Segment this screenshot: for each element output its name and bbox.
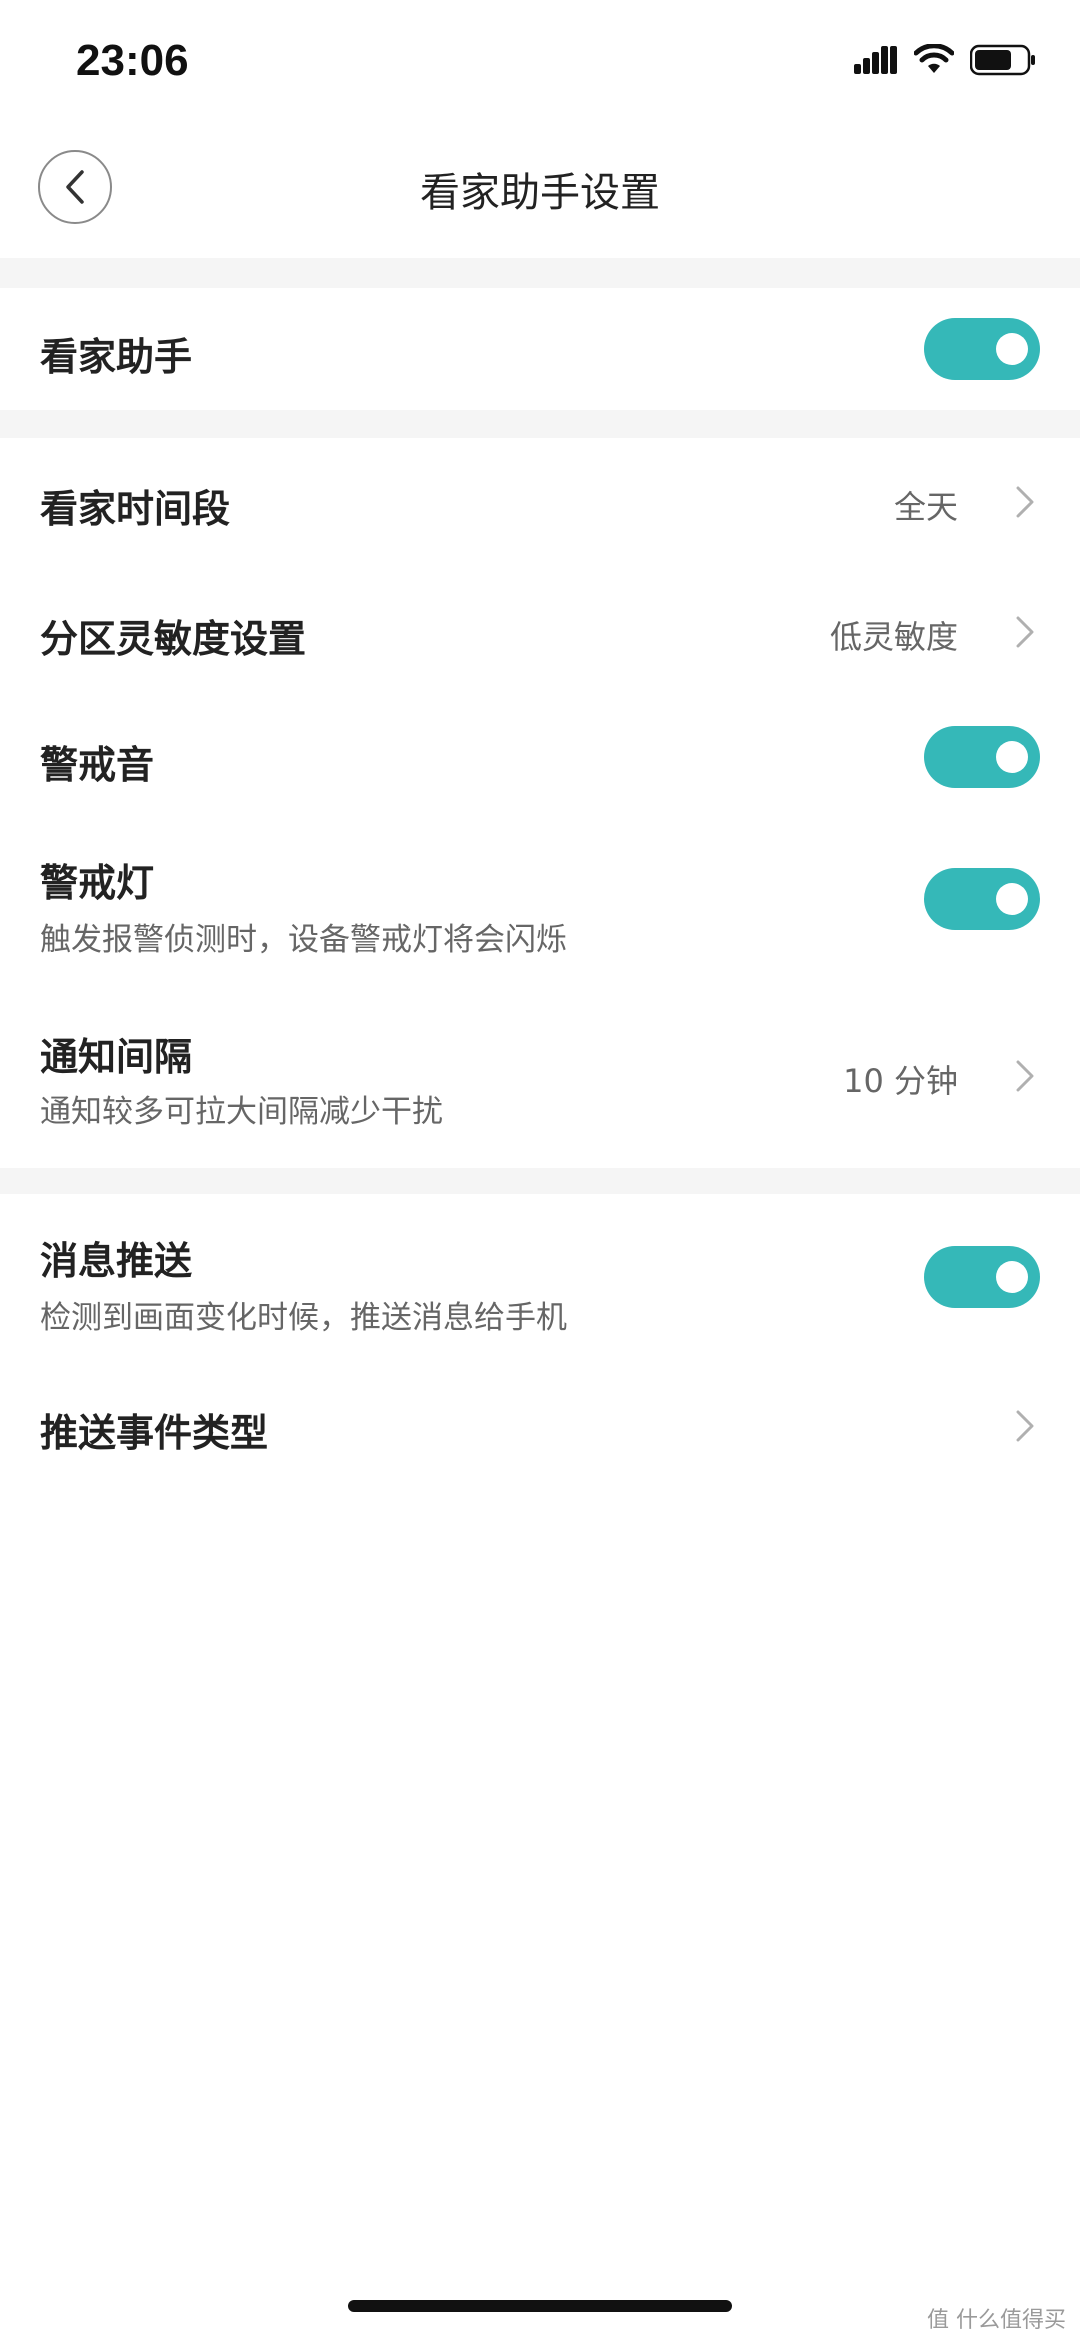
sensitivity-label: 分区灵敏度设置 [40, 617, 307, 661]
toggle-knob [996, 741, 1028, 773]
push-types-label: 推送事件类型 [40, 1411, 269, 1455]
toggle-knob [996, 333, 1028, 365]
watermark: 值 什么值得买 [927, 2308, 1066, 2333]
toggle-knob [996, 1261, 1028, 1293]
period-value: 全天 [893, 488, 958, 526]
row-push: 消息推送 检测到画面变化时候，推送消息给手机 [0, 1194, 1080, 1366]
row-assistant: 看家助手 [0, 288, 1080, 410]
toggle-knob [996, 883, 1028, 915]
alarm-sound-toggle[interactable] [924, 726, 1040, 788]
period-label: 看家时间段 [40, 487, 231, 531]
row-sensitivity[interactable]: 分区灵敏度设置 低灵敏度 [0, 568, 1080, 698]
nav-bar: 看家助手设置 [0, 130, 1080, 258]
row-alarm-sound: 警戒音 [0, 698, 1080, 818]
home-indicator[interactable] [348, 2300, 732, 2312]
status-bar: 23:06 [0, 0, 1080, 130]
push-description: 检测到画面变化时候，推送消息给手机 [40, 1300, 567, 1336]
section-divider [0, 410, 1080, 438]
push-toggle[interactable] [924, 1246, 1040, 1308]
status-time: 23:06 [76, 36, 189, 85]
row-alarm-light: 警戒灯 触发报警侦测时，设备警戒灯将会闪烁 [0, 818, 1080, 988]
notify-interval-label: 通知间隔 [40, 1035, 193, 1079]
page-title: 看家助手设置 [420, 170, 660, 216]
settings-page: 23:06 看家助手设置 看家助手 看家时间段 全天 分区灵敏度设置 低灵敏度 … [0, 0, 1080, 2337]
cellular-signal-icon [854, 46, 897, 74]
chevron-right-icon [1016, 1410, 1034, 1442]
chevron-right-icon [1016, 1060, 1034, 1092]
wifi-icon [914, 44, 954, 73]
battery-icon [970, 44, 1035, 76]
row-period[interactable]: 看家时间段 全天 [0, 438, 1080, 568]
assistant-label: 看家助手 [40, 335, 193, 379]
notify-interval-description: 通知较多可拉大间隔减少干扰 [40, 1094, 443, 1130]
section-divider [0, 1168, 1080, 1194]
chevron-right-icon [1016, 616, 1034, 648]
assistant-toggle[interactable] [924, 318, 1040, 380]
section-divider [0, 258, 1080, 288]
alarm-light-description: 触发报警侦测时，设备警戒灯将会闪烁 [40, 922, 567, 958]
alarm-sound-label: 警戒音 [40, 743, 155, 787]
notify-interval-value: 10 分钟 [843, 1062, 958, 1100]
alarm-light-label: 警戒灯 [40, 861, 155, 905]
alarm-light-toggle[interactable] [924, 868, 1040, 930]
row-notify-interval[interactable]: 通知间隔 通知较多可拉大间隔减少干扰 10 分钟 [0, 988, 1080, 1168]
push-label: 消息推送 [40, 1239, 193, 1283]
sensitivity-value: 低灵敏度 [829, 618, 958, 656]
status-icons [854, 44, 1036, 76]
row-push-types[interactable]: 推送事件类型 [0, 1366, 1080, 1486]
chevron-right-icon [1016, 486, 1034, 518]
